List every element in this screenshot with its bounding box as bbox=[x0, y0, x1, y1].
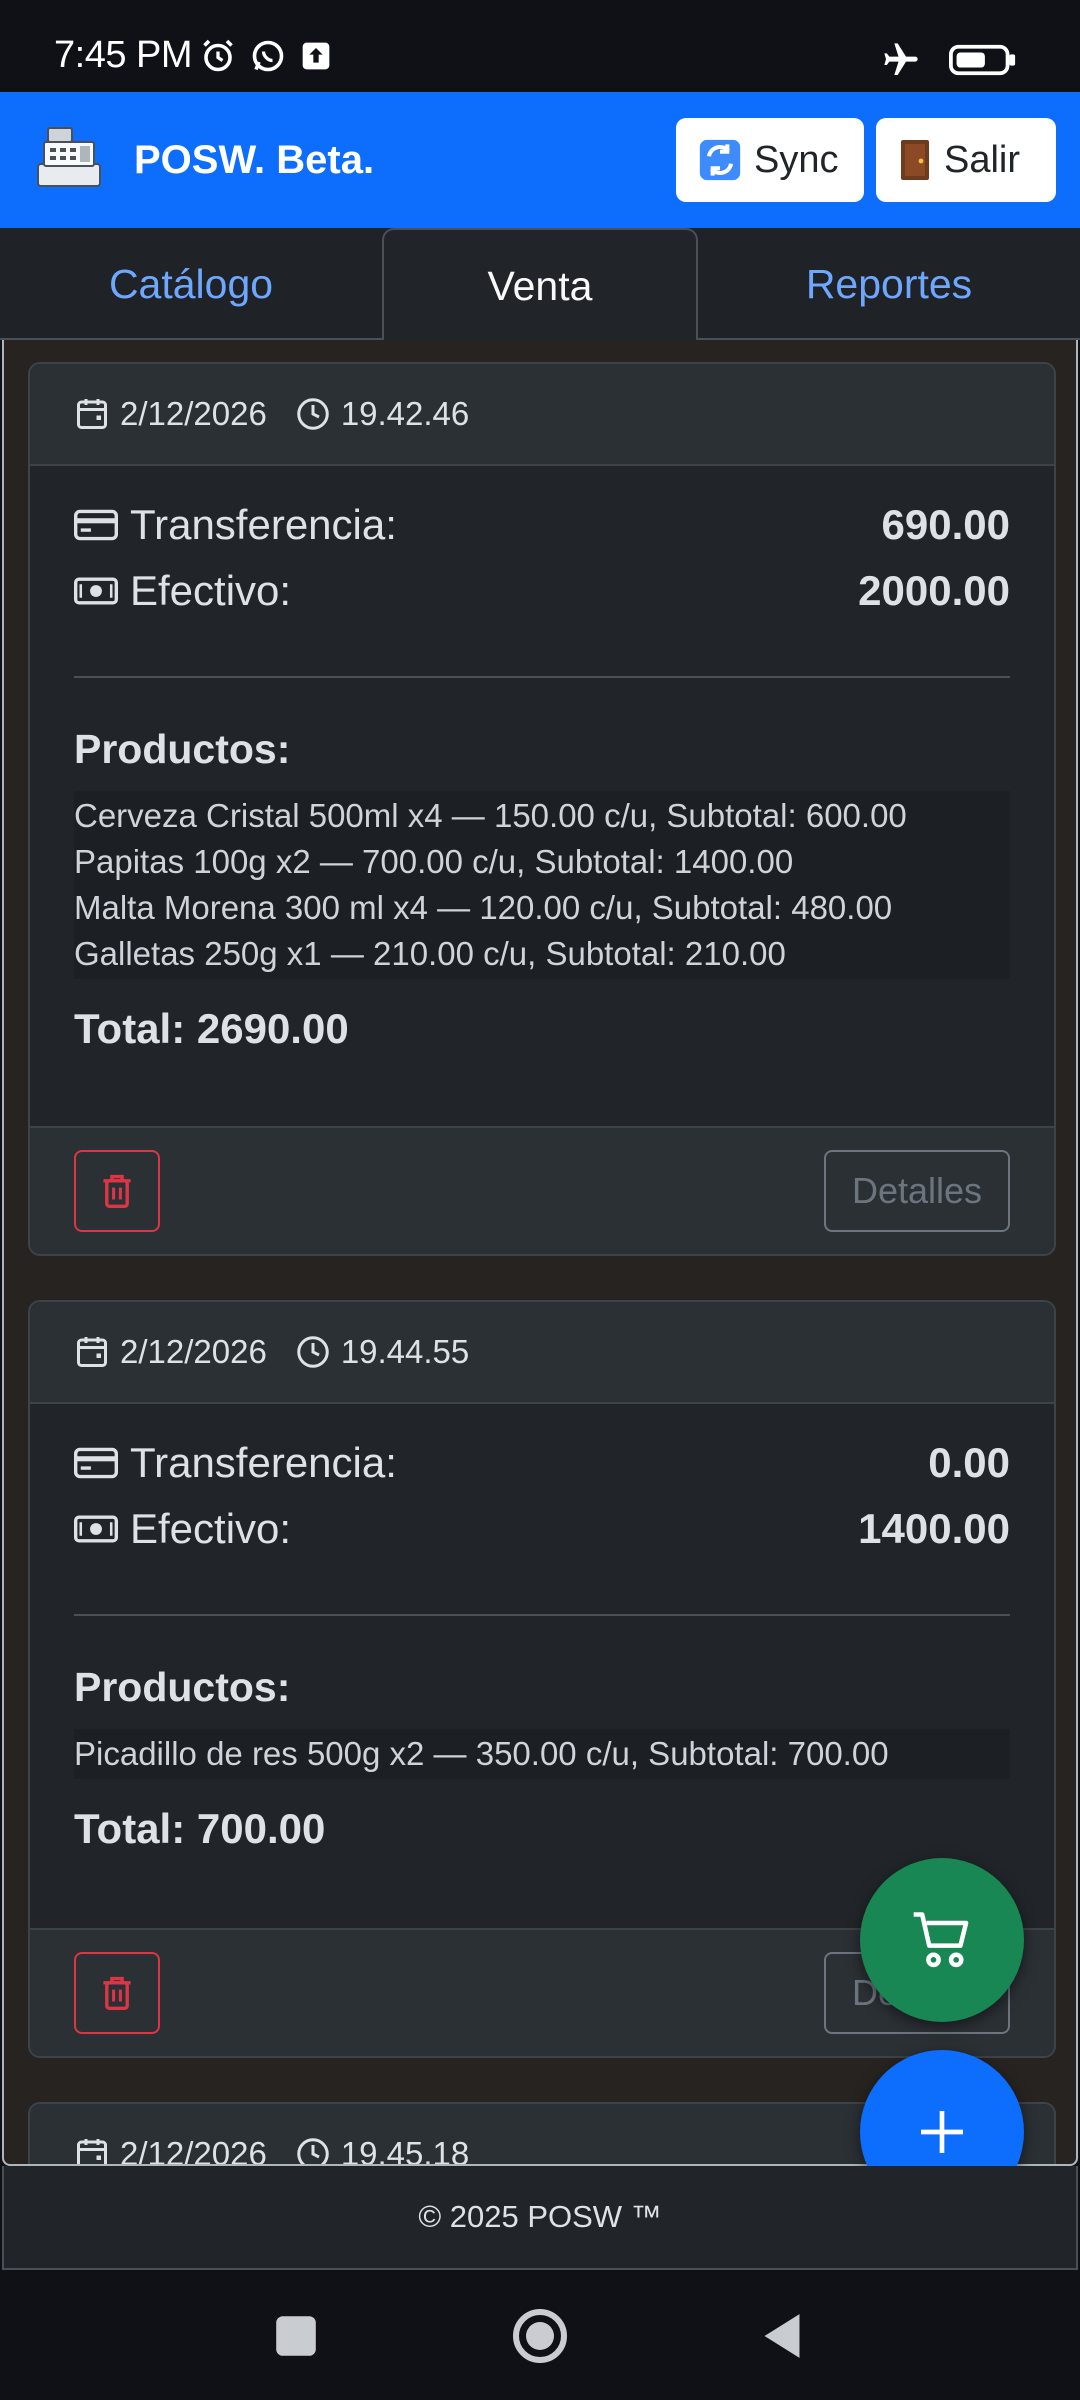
transfer-label: Transferencia: bbox=[130, 1439, 397, 1486]
sale-total: Total: 2690.00 bbox=[74, 1005, 349, 1052]
sale-date: 2/12/2026 bbox=[120, 2135, 267, 2166]
sync-label: Sync bbox=[754, 138, 839, 181]
home-icon bbox=[513, 2309, 567, 2363]
products-list: Picadillo de res 500g x2 — 350.00 c/u, S… bbox=[74, 1729, 1010, 1779]
sync-button[interactable]: Sync bbox=[676, 118, 864, 202]
logout-label: Salir bbox=[944, 138, 1021, 181]
products-list: Cerveza Cristal 500ml x4 — 150.00 c/u, S… bbox=[74, 791, 1010, 979]
battery-icon bbox=[949, 44, 1016, 76]
trash-icon bbox=[103, 1174, 131, 1208]
sale-card-header: 2/12/2026 19.44.55 bbox=[30, 1302, 1054, 1404]
cash-label: Efectivo: bbox=[130, 1505, 292, 1552]
recents-icon bbox=[276, 2316, 316, 2356]
cash-row: Efectivo: 2000.00 bbox=[74, 558, 1010, 624]
product-line: Papitas 100g x2 — 700.00 c/u, Subtotal: … bbox=[74, 843, 794, 880]
back-button[interactable] bbox=[752, 2306, 812, 2366]
cash-register-icon bbox=[37, 127, 101, 187]
recents-button[interactable] bbox=[266, 2306, 326, 2366]
sale-time: 19.44.55 bbox=[340, 1333, 470, 1370]
footer-text: © 2025 POSW ™ bbox=[418, 2199, 662, 2234]
page-footer: © 2025 POSW ™ bbox=[2, 2166, 1078, 2270]
cash-icon bbox=[74, 577, 118, 605]
status-time: 7:45 PM bbox=[54, 34, 193, 76]
logout-button[interactable]: Salir bbox=[876, 118, 1056, 202]
delete-sale-button[interactable] bbox=[74, 1150, 160, 1232]
cash-amount: 2000.00 bbox=[858, 567, 1010, 614]
sale-time: 19.45.18 bbox=[340, 2135, 470, 2166]
system-nav-bar bbox=[0, 2270, 1080, 2400]
transfer-row: Transferencia: 690.00 bbox=[74, 492, 1010, 558]
sale-card-header: 2/12/2026 19.42.46 bbox=[30, 364, 1054, 466]
products-title: Productos: bbox=[74, 726, 291, 772]
airplane-mode-icon bbox=[884, 43, 918, 75]
calendar-icon bbox=[77, 2139, 107, 2164]
delete-sale-button[interactable] bbox=[74, 1952, 160, 2034]
products-title: Productos: bbox=[74, 1664, 291, 1710]
transfer-row: Transferencia: 0.00 bbox=[74, 1430, 1010, 1496]
sale-time: 19.42.46 bbox=[340, 395, 470, 432]
clock-icon bbox=[297, 2138, 329, 2164]
product-line: Cerveza Cristal 500ml x4 — 150.00 c/u, S… bbox=[74, 797, 907, 834]
sync-icon bbox=[699, 139, 741, 181]
sale-date: 2/12/2026 bbox=[120, 395, 267, 432]
app-title: POSW. Beta. bbox=[134, 138, 375, 182]
clock-icon bbox=[297, 1336, 329, 1368]
cart-icon bbox=[913, 1912, 969, 1968]
clock-icon bbox=[297, 398, 329, 430]
cart-fab-button[interactable] bbox=[860, 1858, 1024, 2022]
transfer-amount: 690.00 bbox=[881, 501, 1010, 548]
transfer-amount: 0.00 bbox=[928, 1439, 1010, 1486]
home-button[interactable] bbox=[510, 2306, 570, 2366]
tab-venta[interactable]: Venta bbox=[382, 228, 698, 342]
product-line: Picadillo de res 500g x2 — 350.00 c/u, S… bbox=[74, 1735, 889, 1772]
cash-amount: 1400.00 bbox=[858, 1505, 1010, 1552]
plus-icon bbox=[921, 2111, 963, 2153]
whatsapp-icon bbox=[252, 40, 284, 72]
cash-label: Efectivo: bbox=[130, 567, 292, 614]
status-bar: 7:45 PM bbox=[0, 0, 1080, 92]
tab-reportes[interactable]: Reportes bbox=[698, 228, 1080, 340]
sale-card-footer: Detalles bbox=[30, 1126, 1054, 1254]
main-tabs: Catálogo Venta Reportes bbox=[0, 228, 1080, 342]
transfer-label: Transferencia: bbox=[130, 501, 397, 548]
credit-card-icon bbox=[74, 509, 118, 541]
calendar-icon bbox=[77, 1337, 107, 1367]
upload-icon bbox=[302, 42, 330, 70]
sale-card: 2/12/2026 19.42.46 Transferencia: 690.00… bbox=[28, 362, 1056, 1256]
trash-icon bbox=[103, 1976, 131, 2010]
app-header: POSW. Beta. Sync Salir bbox=[0, 92, 1080, 228]
sale-total: Total: 700.00 bbox=[74, 1805, 326, 1852]
details-button[interactable]: Detalles bbox=[824, 1150, 1010, 1232]
tab-catalogo[interactable]: Catálogo bbox=[0, 228, 382, 340]
sale-date: 2/12/2026 bbox=[120, 1333, 267, 1370]
alarm-icon bbox=[203, 39, 233, 72]
credit-card-icon bbox=[74, 1447, 118, 1479]
product-line: Galletas 250g x1 — 210.00 c/u, Subtotal:… bbox=[74, 935, 786, 972]
calendar-icon bbox=[77, 399, 107, 429]
cash-icon bbox=[74, 1515, 118, 1543]
door-icon bbox=[901, 140, 929, 180]
product-line: Malta Morena 300 ml x4 — 120.00 c/u, Sub… bbox=[74, 889, 893, 926]
cash-row: Efectivo: 1400.00 bbox=[74, 1496, 1010, 1562]
back-icon bbox=[764, 2314, 800, 2358]
